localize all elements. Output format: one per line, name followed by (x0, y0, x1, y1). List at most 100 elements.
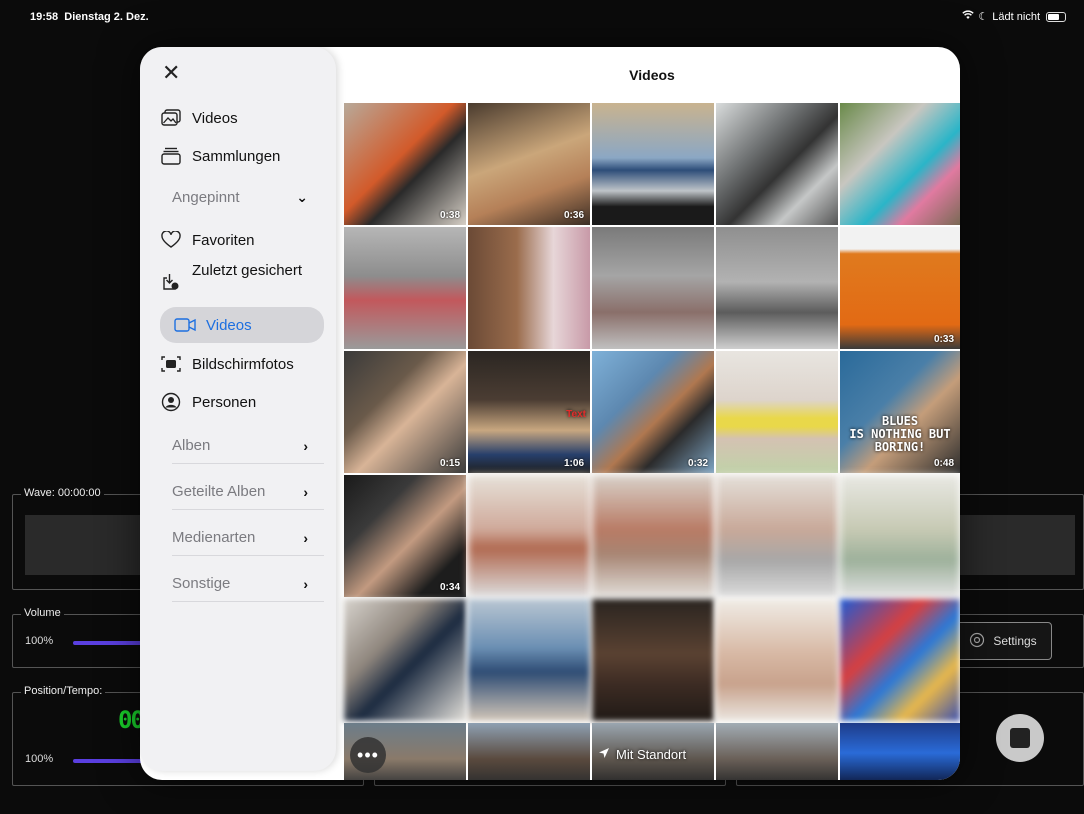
person-icon (160, 391, 182, 413)
video-thumb[interactable]: 0:34 (344, 475, 466, 597)
video-thumb[interactable]: 0:15 (344, 351, 466, 473)
video-duration: 0:15 (439, 458, 460, 469)
video-thumb[interactable] (592, 227, 714, 349)
wave-label: Wave: 00:00:00 (21, 487, 104, 499)
settings-label: Settings (993, 634, 1037, 648)
tempo-value: 100% (25, 753, 54, 765)
sidebar-item-collections[interactable]: Sammlungen (160, 143, 324, 169)
sidebar-section-albums[interactable]: Alben › (172, 437, 308, 454)
video-thumb[interactable] (840, 599, 960, 721)
video-thumb[interactable] (468, 227, 590, 349)
video-thumb[interactable] (716, 103, 838, 225)
video-thumb[interactable] (840, 723, 960, 780)
collections-icon (160, 145, 182, 167)
pinned-section-header[interactable]: Angepinnt ⌄ (172, 189, 308, 206)
settings-button[interactable]: Settings (954, 622, 1052, 660)
status-date: Dienstag 2. Dez. (64, 11, 149, 23)
video-duration: 0:38 (439, 210, 460, 221)
stop-button[interactable] (996, 714, 1044, 762)
video-thumb[interactable] (716, 723, 838, 780)
video-thumb[interactable]: 0:32 (592, 351, 714, 473)
sidebar-item-label: Favoriten (192, 231, 255, 249)
sidebar-item-label: Bildschirmfotos (192, 355, 294, 373)
status-time: 19:58 (30, 11, 59, 23)
heart-icon (160, 229, 182, 251)
sidebar-item-videos-library[interactable]: Videos (160, 105, 324, 131)
video-thumb[interactable]: 0:36 (468, 103, 590, 225)
status-indicators: ☾ Lädt nicht (962, 10, 1066, 23)
video-thumb[interactable] (468, 599, 590, 721)
close-icon[interactable]: ✕ (162, 62, 182, 84)
pinned-section-label: Angepinnt (172, 189, 240, 206)
sidebar-section-shared-albums[interactable]: Geteilte Alben › (172, 483, 308, 500)
location-label: Mit Standort (616, 746, 687, 762)
sidebar-item-label: Zuletzt gesichert (192, 262, 303, 279)
video-thumb[interactable] (592, 599, 714, 721)
video-thumb[interactable] (716, 475, 838, 597)
video-thumb[interactable] (344, 599, 466, 721)
screen: 19:58 Dienstag 2. Dez. ☾ Lädt nicht Wave… (0, 0, 1084, 814)
screenshot-icon (160, 353, 182, 375)
video-icon (174, 314, 196, 336)
divider (172, 509, 324, 510)
video-duration: 0:32 (687, 458, 708, 469)
video-thumb[interactable] (716, 599, 838, 721)
battery-icon (1046, 11, 1066, 22)
chevron-right-icon: › (303, 437, 308, 454)
sidebar-item-recently-saved[interactable]: Zuletzt gesichert (160, 261, 324, 301)
video-thumb[interactable] (468, 475, 590, 597)
volume-label: Volume (21, 607, 64, 619)
position-label: Position/Tempo: (21, 685, 106, 697)
wifi-icon (962, 10, 975, 23)
photo-picker-modal: Videos 0:38 0:36 0:33 0:15 Text 1:06 0:3… (140, 47, 960, 780)
video-thumb[interactable]: 0:33 (840, 227, 960, 349)
divider (172, 555, 324, 556)
video-duration: 0:34 (439, 582, 460, 593)
sidebar-section-media-types[interactable]: Medienarten › (172, 529, 308, 546)
recently-saved-icon (160, 271, 182, 293)
sidebar-item-favorites[interactable]: Favoriten (160, 227, 324, 253)
charging-status: Lädt nicht (992, 10, 1040, 23)
video-thumb[interactable]: BLUES IS NOTHING BUT BORING! 0:48 (840, 351, 960, 473)
chevron-right-icon: › (303, 529, 308, 546)
thumb-overlay-caption: BLUES IS NOTHING BUT BORING! (840, 415, 960, 454)
sidebar-section-other[interactable]: Sonstige › (172, 575, 308, 592)
video-thumb[interactable] (344, 227, 466, 349)
video-thumb[interactable] (592, 475, 714, 597)
volume-value: 100% (25, 635, 54, 647)
divider (172, 601, 324, 602)
stop-icon (1010, 728, 1030, 748)
modal-title: Videos (629, 67, 675, 83)
video-thumb[interactable] (840, 475, 960, 597)
location-arrow-icon (598, 747, 610, 762)
sidebar-item-label: Personen (192, 393, 257, 411)
video-thumb[interactable]: Text 1:06 (468, 351, 590, 473)
sidebar-item-videos[interactable]: Videos (160, 307, 324, 343)
video-duration: 0:33 (933, 334, 954, 345)
video-thumb[interactable] (468, 723, 590, 780)
more-options-button[interactable]: ••• (350, 737, 386, 773)
location-filter-button[interactable]: Mit Standort (598, 741, 686, 767)
sidebar-item-label: Videos (192, 109, 238, 127)
settings-gear-icon (969, 632, 985, 651)
video-thumb[interactable] (716, 351, 838, 473)
chevron-down-icon: ⌄ (296, 189, 308, 205)
photo-library-icon (160, 107, 182, 129)
video-thumb[interactable] (716, 227, 838, 349)
section-label: Geteilte Alben (172, 483, 266, 500)
section-label: Medienarten (172, 529, 256, 546)
sidebar-item-screenshots[interactable]: Bildschirmfotos (160, 351, 324, 377)
video-thumb[interactable]: 0:38 (344, 103, 466, 225)
sidebar-item-label: Videos (206, 316, 252, 334)
video-thumb[interactable] (592, 103, 714, 225)
sidebar-item-label: Sammlungen (192, 147, 281, 165)
section-label: Alben (172, 437, 211, 454)
status-bar: 19:58 Dienstag 2. Dez. ☾ Lädt nicht (0, 0, 1084, 34)
caption-line: BORING! (874, 440, 926, 454)
video-duration: 1:06 (563, 458, 584, 469)
status-time-date: 19:58 Dienstag 2. Dez. (30, 11, 149, 23)
sidebar-item-people[interactable]: Personen (160, 389, 324, 415)
video-thumb[interactable] (840, 103, 960, 225)
section-label: Sonstige (172, 575, 231, 592)
moon-icon: ☾ (978, 11, 989, 23)
